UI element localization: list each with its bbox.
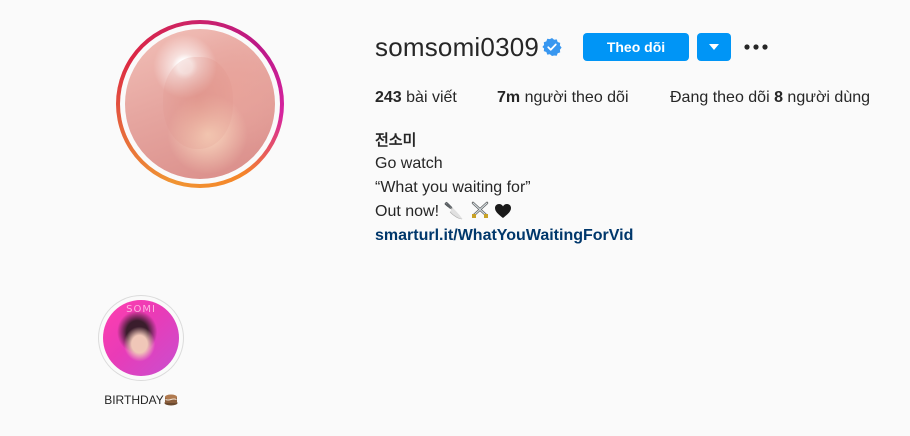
- follow-dropdown-button[interactable]: [697, 33, 731, 61]
- black-heart-icon: [495, 204, 512, 218]
- posts-label: bài viết: [401, 89, 457, 106]
- bio-external-link[interactable]: smarturl.it/WhatYouWaitingForVid: [375, 224, 633, 248]
- profile-avatar-ring[interactable]: [116, 20, 284, 188]
- highlight-cover-image: SOMI: [103, 300, 179, 376]
- more-options-icon: [744, 44, 768, 50]
- following-suffix: người dùng: [782, 89, 871, 106]
- cake-icon: [164, 394, 178, 406]
- verified-badge-icon: [542, 38, 562, 56]
- more-options-button[interactable]: [742, 35, 770, 59]
- follow-button[interactable]: Theo dõi: [583, 33, 689, 61]
- avatar-face: [163, 57, 233, 149]
- bio-line-2: “What you waiting for”: [375, 179, 531, 196]
- profile-bio: 전소미 Go watch “What you waiting for” Out …: [375, 128, 633, 248]
- posts-count: 243: [375, 89, 402, 106]
- crossed-swords-icon: [471, 201, 489, 218]
- avatar[interactable]: [125, 29, 275, 179]
- highlight-label-text: BIRTHDAY: [104, 393, 164, 407]
- triangle-down-icon: [709, 43, 719, 50]
- following-count: 8: [774, 89, 783, 106]
- bio-line-3-text: Out now! 🔪: [375, 203, 464, 220]
- highlight-cover-text: SOMI: [126, 304, 156, 315]
- following-prefix: Đang theo dõi: [670, 89, 775, 106]
- bio-line-1: Go watch: [375, 155, 443, 172]
- story-highlight-birthday[interactable]: SOMI: [98, 295, 184, 381]
- followers-count: 7m: [497, 89, 521, 106]
- posts-count-stat: 243 bài viết: [375, 88, 457, 108]
- profile-username: somsomi0309: [375, 32, 540, 62]
- highlight-label[interactable]: BIRTHDAY: [92, 392, 190, 407]
- followers-stat-link[interactable]: 7m người theo dõi: [497, 88, 629, 108]
- following-stat-link[interactable]: Đang theo dõi 8 người dùng: [670, 88, 870, 108]
- bio-line-3: Out now! 🔪: [375, 200, 633, 224]
- profile-full-name: 전소미: [375, 131, 417, 149]
- followers-label: người theo dõi: [520, 89, 629, 106]
